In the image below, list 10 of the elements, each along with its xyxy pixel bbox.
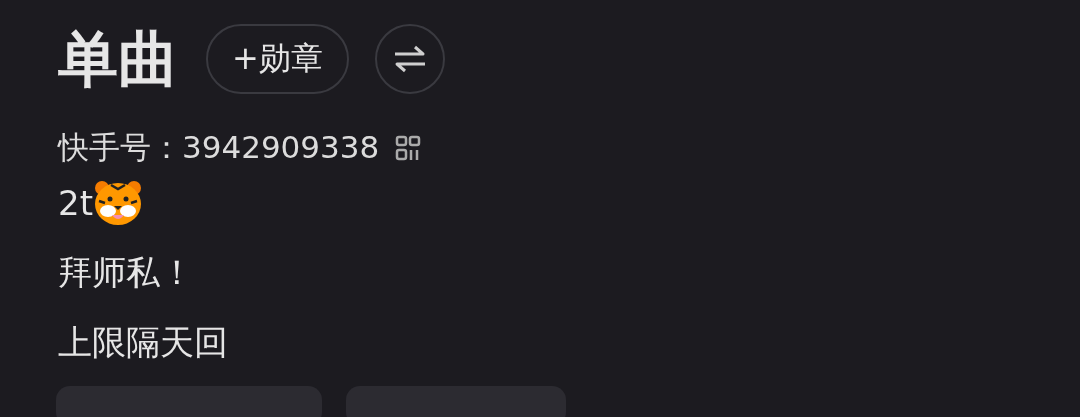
account-id: 快手号：3942909338 bbox=[58, 128, 380, 167]
add-medal-button[interactable]: +勋章 bbox=[206, 24, 349, 94]
bio-line: 2t bbox=[58, 183, 93, 223]
swap-arrows-icon bbox=[392, 45, 427, 73]
profile-name: 单曲 bbox=[58, 29, 178, 89]
bio-line: 上限隔天回 bbox=[58, 321, 228, 364]
tiger-face-icon bbox=[92, 179, 143, 227]
qr-code-icon[interactable] bbox=[395, 135, 422, 161]
bio-line: 拜师私！ bbox=[58, 251, 194, 294]
switch-button[interactable] bbox=[374, 24, 445, 94]
